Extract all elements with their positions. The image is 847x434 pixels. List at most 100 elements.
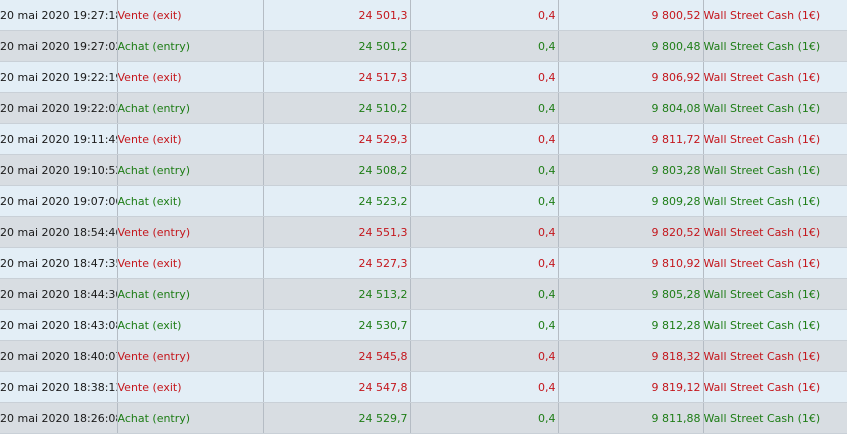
trade-date-cell: 20 mai 2020 19:27:02 (0, 30, 118, 62)
trade-price-cell: 24 508,2 (263, 154, 411, 186)
table-row[interactable]: 20 mai 2020 19:10:52 Achat (entry) 24 508,… (0, 154, 847, 186)
trade-quantity-cell: 0,4 (410, 154, 559, 186)
trade-type-cell: Vente (exit) (117, 123, 264, 155)
trade-date-cell: 20 mai 2020 19:07:06 (0, 185, 118, 217)
trade-quantity-cell: 0,4 (410, 0, 559, 31)
table-row[interactable]: 20 mai 2020 18:43:08 Achat (exit) 24 530,7… (0, 309, 847, 341)
trade-type-cell: Achat (entry) (117, 154, 264, 186)
trade-instrument-cell: Wall Street Cash (1€) (703, 340, 847, 372)
trade-amount-cell: 9 812,28 (558, 309, 704, 341)
trade-date-cell: 20 mai 2020 19:10:52 (0, 154, 118, 186)
trade-type-cell: Vente (exit) (117, 61, 264, 93)
trade-amount-cell: 9 811,88 (558, 402, 704, 434)
trade-amount-cell: 9 809,28 (558, 185, 704, 217)
trade-date-cell: 20 mai 2020 18:26:08 (0, 402, 118, 434)
trade-type-cell: Achat (entry) (117, 92, 264, 124)
trade-instrument-cell: Wall Street Cash (1€) (703, 402, 847, 434)
trade-amount-cell: 9 803,28 (558, 154, 704, 186)
trade-price-cell: 24 530,7 (263, 309, 411, 341)
trade-quantity-cell: 0,4 (410, 402, 559, 434)
trade-instrument-cell: Wall Street Cash (1€) (703, 309, 847, 341)
trade-price-cell: 24 547,8 (263, 371, 411, 403)
trade-instrument-cell: Wall Street Cash (1€) (703, 216, 847, 248)
trade-date-cell: 20 mai 2020 18:44:30 (0, 278, 118, 310)
trade-amount-cell: 9 800,48 (558, 30, 704, 62)
trade-instrument-cell: Wall Street Cash (1€) (703, 185, 847, 217)
trade-type-cell: Vente (entry) (117, 340, 264, 372)
trade-type-cell: Achat (entry) (117, 402, 264, 434)
trade-date-cell: 20 mai 2020 19:22:03 (0, 92, 118, 124)
trade-date-cell: 20 mai 2020 19:11:49 (0, 123, 118, 155)
trade-amount-cell: 9 804,08 (558, 92, 704, 124)
trade-amount-cell: 9 810,92 (558, 247, 704, 279)
table-row[interactable]: 20 mai 2020 19:27:18 Vente (exit) 24 501,3… (0, 0, 847, 31)
trades-table-body: 20 mai 2020 19:27:18 Vente (exit) 24 501,3… (0, 0, 847, 434)
trade-quantity-cell: 0,4 (410, 309, 559, 341)
trade-amount-cell: 9 818,32 (558, 340, 704, 372)
trade-quantity-cell: 0,4 (410, 216, 559, 248)
trade-price-cell: 24 523,2 (263, 185, 411, 217)
trade-quantity-cell: 0,4 (410, 123, 559, 155)
table-row[interactable]: 20 mai 2020 19:22:03 Achat (entry) 24 510,… (0, 92, 847, 124)
trade-instrument-cell: Wall Street Cash (1€) (703, 154, 847, 186)
trade-price-cell: 24 513,2 (263, 278, 411, 310)
trade-amount-cell: 9 819,12 (558, 371, 704, 403)
trade-amount-cell: 9 800,52 (558, 0, 704, 31)
trade-quantity-cell: 0,4 (410, 340, 559, 372)
trade-quantity-cell: 0,4 (410, 30, 559, 62)
trade-quantity-cell: 0,4 (410, 247, 559, 279)
trade-quantity-cell: 0,4 (410, 61, 559, 93)
trade-quantity-cell: 0,4 (410, 185, 559, 217)
table-row[interactable]: 20 mai 2020 19:11:49 Vente (exit) 24 529,3… (0, 123, 847, 155)
trade-type-cell: Achat (exit) (117, 309, 264, 341)
trade-type-cell: Achat (entry) (117, 278, 264, 310)
trade-instrument-cell: Wall Street Cash (1€) (703, 30, 847, 62)
trade-quantity-cell: 0,4 (410, 278, 559, 310)
trade-amount-cell: 9 806,92 (558, 61, 704, 93)
trade-price-cell: 24 529,7 (263, 402, 411, 434)
trade-price-cell: 24 510,2 (263, 92, 411, 124)
trade-type-cell: Vente (exit) (117, 0, 264, 31)
trade-instrument-cell: Wall Street Cash (1€) (703, 247, 847, 279)
trade-date-cell: 20 mai 2020 19:22:19 (0, 61, 118, 93)
trade-type-cell: Vente (entry) (117, 216, 264, 248)
trade-type-cell: Vente (exit) (117, 247, 264, 279)
trade-price-cell: 24 529,3 (263, 123, 411, 155)
trade-price-cell: 24 501,2 (263, 30, 411, 62)
trade-date-cell: 20 mai 2020 18:54:46 (0, 216, 118, 248)
table-row[interactable]: 20 mai 2020 18:40:07 Vente (entry) 24 545,… (0, 340, 847, 372)
table-row[interactable]: 20 mai 2020 18:26:08 Achat (entry) 24 529,… (0, 402, 847, 434)
trade-price-cell: 24 501,3 (263, 0, 411, 31)
trade-date-cell: 20 mai 2020 18:40:07 (0, 340, 118, 372)
trade-type-cell: Vente (exit) (117, 371, 264, 403)
trade-instrument-cell: Wall Street Cash (1€) (703, 61, 847, 93)
trade-amount-cell: 9 805,28 (558, 278, 704, 310)
table-row[interactable]: 20 mai 2020 18:38:13 Vente (exit) 24 547,8… (0, 371, 847, 403)
table-row[interactable]: 20 mai 2020 18:47:35 Vente (exit) 24 527,3… (0, 247, 847, 279)
trade-price-cell: 24 517,3 (263, 61, 411, 93)
trade-quantity-cell: 0,4 (410, 371, 559, 403)
trade-date-cell: 20 mai 2020 19:27:18 (0, 0, 118, 31)
trade-type-cell: Achat (entry) (117, 30, 264, 62)
trade-instrument-cell: Wall Street Cash (1€) (703, 123, 847, 155)
trade-quantity-cell: 0,4 (410, 92, 559, 124)
trade-type-cell: Achat (exit) (117, 185, 264, 217)
table-row[interactable]: 20 mai 2020 19:22:19 Vente (exit) 24 517,3… (0, 61, 847, 93)
table-row[interactable]: 20 mai 2020 18:54:46 Vente (entry) 24 551,… (0, 216, 847, 248)
trade-instrument-cell: Wall Street Cash (1€) (703, 371, 847, 403)
trade-price-cell: 24 527,3 (263, 247, 411, 279)
trade-instrument-cell: Wall Street Cash (1€) (703, 92, 847, 124)
trade-instrument-cell: Wall Street Cash (1€) (703, 278, 847, 310)
trade-price-cell: 24 551,3 (263, 216, 411, 248)
trade-date-cell: 20 mai 2020 18:43:08 (0, 309, 118, 341)
table-row[interactable]: 20 mai 2020 19:07:06 Achat (exit) 24 523,2… (0, 185, 847, 217)
trade-amount-cell: 9 811,72 (558, 123, 704, 155)
table-row[interactable]: 20 mai 2020 18:44:30 Achat (entry) 24 513,… (0, 278, 847, 310)
trade-instrument-cell: Wall Street Cash (1€) (703, 0, 847, 31)
trade-price-cell: 24 545,8 (263, 340, 411, 372)
trade-date-cell: 20 mai 2020 18:47:35 (0, 247, 118, 279)
table-row[interactable]: 20 mai 2020 19:27:02 Achat (entry) 24 501,… (0, 30, 847, 62)
trades-table: 20 mai 2020 19:27:18 Vente (exit) 24 501,3… (0, 0, 847, 434)
trade-amount-cell: 9 820,52 (558, 216, 704, 248)
trade-date-cell: 20 mai 2020 18:38:13 (0, 371, 118, 403)
